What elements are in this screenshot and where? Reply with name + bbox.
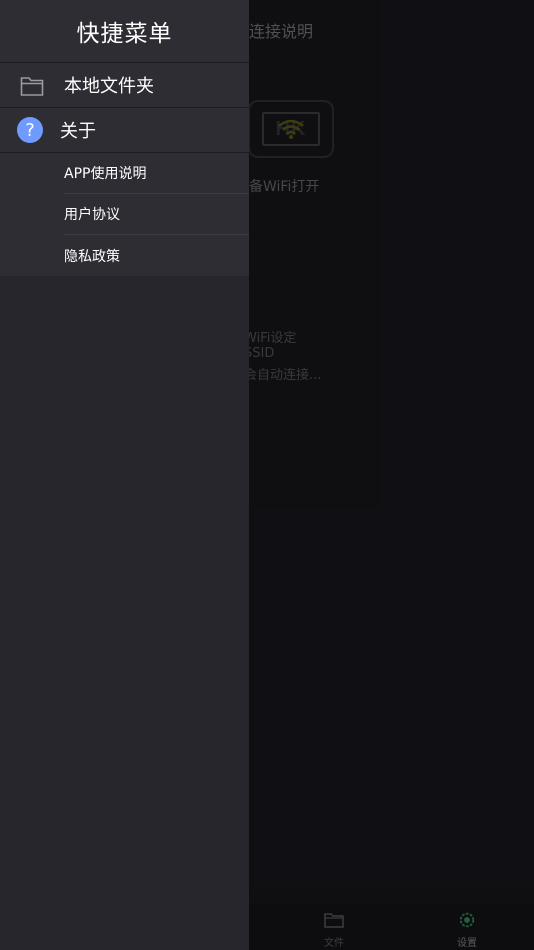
drawer-title: 快捷菜单 xyxy=(76,21,173,47)
submenu-item-label: 用户协议 xyxy=(64,207,120,223)
menu-item-local-folder[interactable]: 本地文件夹 xyxy=(0,63,249,108)
menu-item-label: 本地文件夹 xyxy=(64,76,154,97)
submenu-item-user-agreement[interactable]: 用户协议 xyxy=(64,194,249,235)
help-icon: ? xyxy=(17,117,43,143)
menu-item-about[interactable]: ? 关于 xyxy=(0,108,249,153)
submenu-item-privacy-policy[interactable]: 隐私政策 xyxy=(64,235,249,276)
submenu-item-label: APP使用说明 xyxy=(64,166,147,182)
folder-icon xyxy=(20,77,44,96)
menu-item-label: 关于 xyxy=(60,121,96,142)
side-drawer: 快捷菜单 本地文件夹 ? 关于 APP使用说明 用户协议 隐私政策 xyxy=(0,0,249,950)
submenu-item-app-guide[interactable]: APP使用说明 xyxy=(64,153,249,194)
svg-text:?: ? xyxy=(25,120,35,141)
drawer-header: 快捷菜单 xyxy=(0,0,249,62)
about-submenu: APP使用说明 用户协议 隐私政策 xyxy=(0,153,249,276)
submenu-item-label: 隐私政策 xyxy=(64,248,120,265)
